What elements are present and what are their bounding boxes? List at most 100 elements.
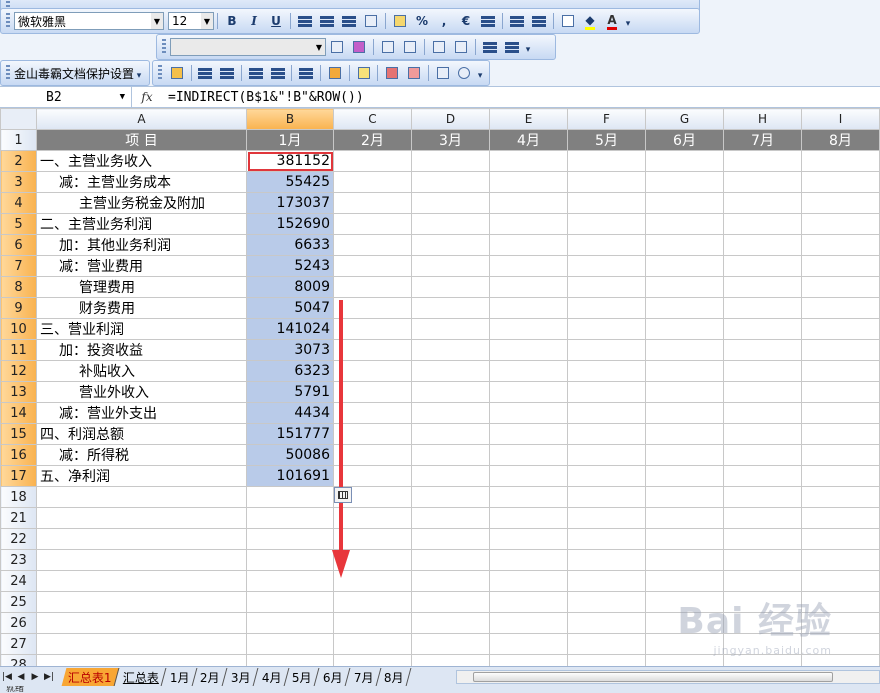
cell[interactable]	[246, 654, 334, 666]
row-header[interactable]: 7	[0, 255, 37, 277]
cell[interactable]	[567, 486, 646, 508]
cell[interactable]	[567, 255, 646, 277]
cell[interactable]	[801, 255, 880, 277]
cell[interactable]	[411, 549, 490, 571]
cell[interactable]	[489, 255, 568, 277]
trace-error-button[interactable]	[325, 63, 345, 83]
cell[interactable]	[36, 612, 247, 634]
item-cell[interactable]: 减：主营业务成本	[36, 171, 247, 193]
cell[interactable]	[489, 507, 568, 529]
cell[interactable]	[723, 192, 802, 214]
row-header[interactable]: 8	[0, 276, 37, 298]
value-cell[interactable]: 8009	[246, 276, 334, 298]
cell[interactable]	[723, 213, 802, 235]
cell[interactable]	[489, 423, 568, 445]
value-cell[interactable]: 5243	[246, 255, 334, 277]
cell[interactable]	[723, 612, 802, 634]
cell[interactable]	[489, 444, 568, 466]
item-cell[interactable]: 二、主营业务利润	[36, 213, 247, 235]
cell[interactable]	[36, 507, 247, 529]
cell[interactable]	[411, 507, 490, 529]
cell[interactable]	[36, 486, 247, 508]
cell[interactable]	[801, 150, 880, 172]
row-header[interactable]: 11	[0, 339, 37, 361]
cell[interactable]	[801, 423, 880, 445]
sheet-tab[interactable]: 8月	[377, 667, 412, 686]
cell[interactable]	[411, 444, 490, 466]
cell[interactable]	[723, 150, 802, 172]
remove-precedents-button[interactable]	[217, 63, 237, 83]
item-cell[interactable]: 主营业务税金及附加	[36, 192, 247, 214]
function-icon[interactable]: fx	[132, 87, 162, 107]
formula-input[interactable]: =INDIRECT(B$1&"!B"&ROW())	[162, 90, 364, 105]
cell[interactable]	[567, 423, 646, 445]
toolbar-grip[interactable]	[6, 65, 10, 81]
value-cell[interactable]: 55425	[246, 171, 334, 193]
cell[interactable]	[567, 318, 646, 340]
cell[interactable]	[723, 171, 802, 193]
cell[interactable]	[411, 654, 490, 666]
sheet-tab[interactable]: 3月	[224, 667, 258, 686]
cell[interactable]	[801, 234, 880, 256]
cell[interactable]	[723, 339, 802, 361]
header-cell-month[interactable]: 4月	[489, 129, 568, 151]
cell[interactable]	[567, 213, 646, 235]
cell[interactable]	[567, 339, 646, 361]
cell[interactable]	[645, 570, 724, 592]
cell[interactable]	[645, 360, 724, 382]
worksheet-grid[interactable]: ABCDEFGHI 1项 目 1月 2月 3月 4月 5月 6月 7月 8月 2 一、主营业务收入 3…	[0, 108, 880, 666]
cell[interactable]	[489, 276, 568, 298]
toolbar-options-icon[interactable]: ▾	[623, 11, 633, 31]
font-size-combo[interactable]: 12 ▼	[168, 12, 214, 30]
horizontal-scrollbar[interactable]	[456, 670, 880, 684]
tools-button-2[interactable]	[502, 37, 522, 57]
item-cell[interactable]: 管理费用	[36, 276, 247, 298]
cell[interactable]	[411, 171, 490, 193]
cell[interactable]	[801, 444, 880, 466]
cell[interactable]	[567, 654, 646, 666]
column-header-a[interactable]: A	[36, 108, 247, 130]
cell[interactable]	[645, 633, 724, 655]
cell[interactable]	[723, 465, 802, 487]
cell[interactable]	[645, 318, 724, 340]
item-cell[interactable]: 减：营业外支出	[36, 402, 247, 424]
header-cell-month[interactable]: 8月	[801, 129, 880, 151]
cell[interactable]	[723, 591, 802, 613]
cell[interactable]	[801, 654, 880, 666]
cell[interactable]	[645, 171, 724, 193]
active-cell[interactable]: 381152	[246, 150, 334, 172]
underline-button[interactable]: U	[266, 11, 286, 31]
item-cell[interactable]: 减：营业费用	[36, 255, 247, 277]
cell[interactable]	[411, 213, 490, 235]
cell[interactable]	[645, 234, 724, 256]
cell[interactable]	[801, 549, 880, 571]
align-right-button[interactable]	[339, 11, 359, 31]
item-cell[interactable]: 五、净利润	[36, 465, 247, 487]
cell[interactable]	[489, 612, 568, 634]
plugin-label[interactable]: 金山毒霸文档保护设置	[14, 65, 134, 82]
currency-button[interactable]	[390, 11, 410, 31]
cell[interactable]	[333, 276, 412, 298]
row-header[interactable]: 9	[0, 297, 37, 319]
cell[interactable]	[411, 402, 490, 424]
row-header[interactable]: 1	[0, 129, 37, 151]
cell[interactable]	[567, 549, 646, 571]
cell[interactable]	[411, 150, 490, 172]
cell[interactable]	[801, 276, 880, 298]
cell[interactable]	[801, 570, 880, 592]
cell[interactable]	[411, 234, 490, 256]
cell[interactable]	[567, 192, 646, 214]
cell[interactable]	[411, 318, 490, 340]
cell[interactable]	[645, 150, 724, 172]
fill-color-button[interactable]: ◆	[580, 11, 600, 31]
cell[interactable]	[645, 528, 724, 550]
row-header[interactable]: 22	[0, 528, 37, 550]
item-cell[interactable]: 一、主营业务收入	[36, 150, 247, 172]
cell[interactable]	[411, 486, 490, 508]
row-header[interactable]: 27	[0, 633, 37, 655]
cell[interactable]	[801, 486, 880, 508]
cell[interactable]	[645, 612, 724, 634]
comma-style-button[interactable]: ,	[434, 11, 454, 31]
cell[interactable]	[567, 612, 646, 634]
row-header[interactable]: 2	[0, 150, 37, 172]
